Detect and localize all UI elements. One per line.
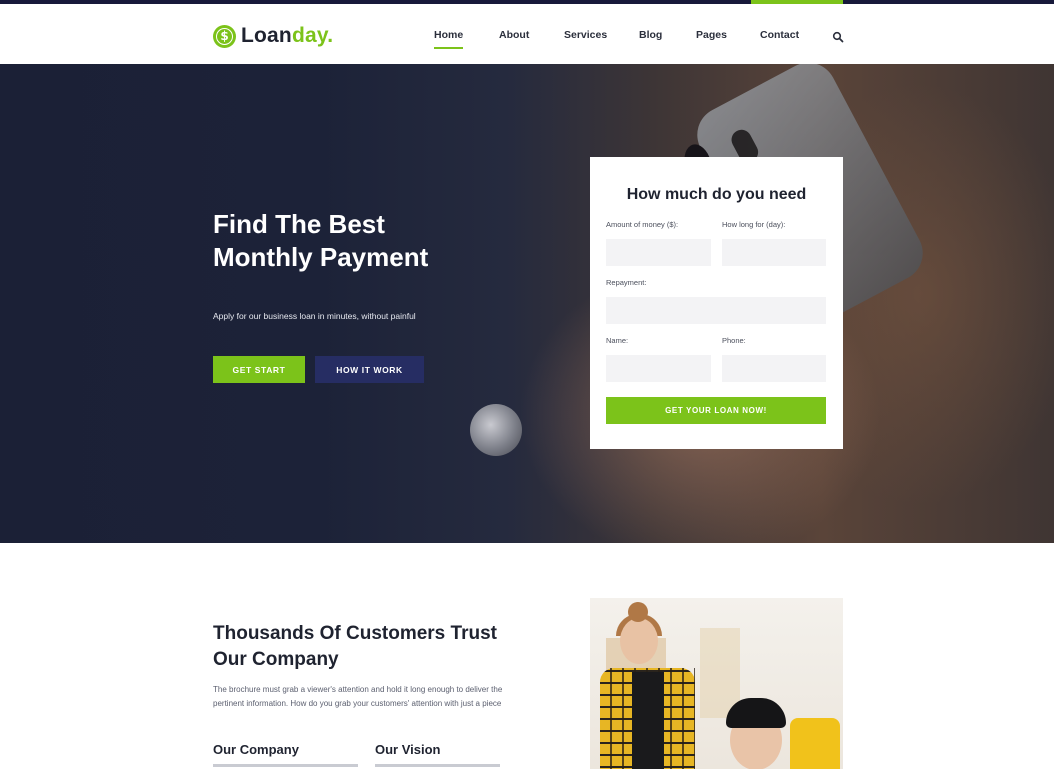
hero-title-line2: Monthly Payment	[213, 242, 429, 272]
nav-item-home[interactable]: Home	[434, 29, 464, 49]
name-label: Name:	[606, 336, 629, 345]
phone-label: Phone:	[722, 336, 746, 345]
about-title-line2: Our Company	[213, 649, 339, 670]
logo-text-part1: Loan	[241, 24, 292, 47]
hero-subtitle: Apply for our business loan in minutes, …	[213, 311, 416, 321]
repayment-input[interactable]	[606, 297, 826, 324]
get-start-button[interactable]: GET START	[213, 356, 305, 383]
team-photo	[590, 598, 843, 769]
hero-section: Find The Best Monthly Payment Apply for …	[0, 64, 1054, 543]
duration-input[interactable]	[722, 239, 826, 266]
about-text-line1: The brochure must grab a viewer's attent…	[213, 685, 503, 694]
repayment-label: Repayment:	[606, 278, 647, 287]
logo-text-part2: day.	[291, 24, 334, 47]
about-text-line2: pertinent information. How do you grab y…	[213, 699, 502, 708]
our-company-heading: Our Company	[213, 742, 299, 757]
our-vision-text-fragment	[375, 764, 500, 767]
phone-input[interactable]	[722, 355, 826, 382]
nav-item-about[interactable]: About	[499, 29, 529, 41]
dollar-coin-icon: $	[213, 24, 236, 48]
how-it-work-button[interactable]: HOW IT WORK	[315, 356, 424, 383]
nav-item-contact[interactable]: Contact	[760, 29, 799, 41]
about-title-line1: Thousands Of Customers Trust	[213, 623, 497, 644]
search-icon[interactable]	[832, 30, 844, 43]
duration-label: How long for (day):	[722, 220, 786, 229]
name-input[interactable]	[606, 355, 711, 382]
nav-item-services[interactable]: Services	[564, 29, 607, 41]
our-vision-heading: Our Vision	[375, 742, 441, 757]
about-title: Thousands Of Customers Trust Our Company	[213, 621, 533, 673]
amount-input[interactable]	[606, 239, 711, 266]
about-text: The brochure must grab a viewer's attent…	[213, 683, 533, 711]
nav-item-blog[interactable]: Blog	[639, 29, 662, 41]
logo-text: Loanday.	[241, 24, 333, 48]
hero-title-line1: Find The Best	[213, 209, 385, 239]
ring-photo-detail	[470, 404, 522, 456]
loan-form-title: How much do you need	[626, 186, 807, 203]
amount-label: Amount of money ($):	[606, 220, 679, 229]
hero-title: Find The Best Monthly Payment	[213, 208, 553, 274]
site-header: $ Loanday. Home About Services Blog Page…	[0, 4, 1054, 64]
loan-form-card: How much do you need Amount of money ($)…	[590, 157, 843, 449]
nav-item-pages[interactable]: Pages	[696, 29, 727, 41]
get-loan-button[interactable]: GET YOUR LOAN NOW!	[606, 397, 826, 424]
logo[interactable]: $ Loanday.	[213, 23, 333, 49]
our-company-text-fragment	[213, 764, 358, 767]
